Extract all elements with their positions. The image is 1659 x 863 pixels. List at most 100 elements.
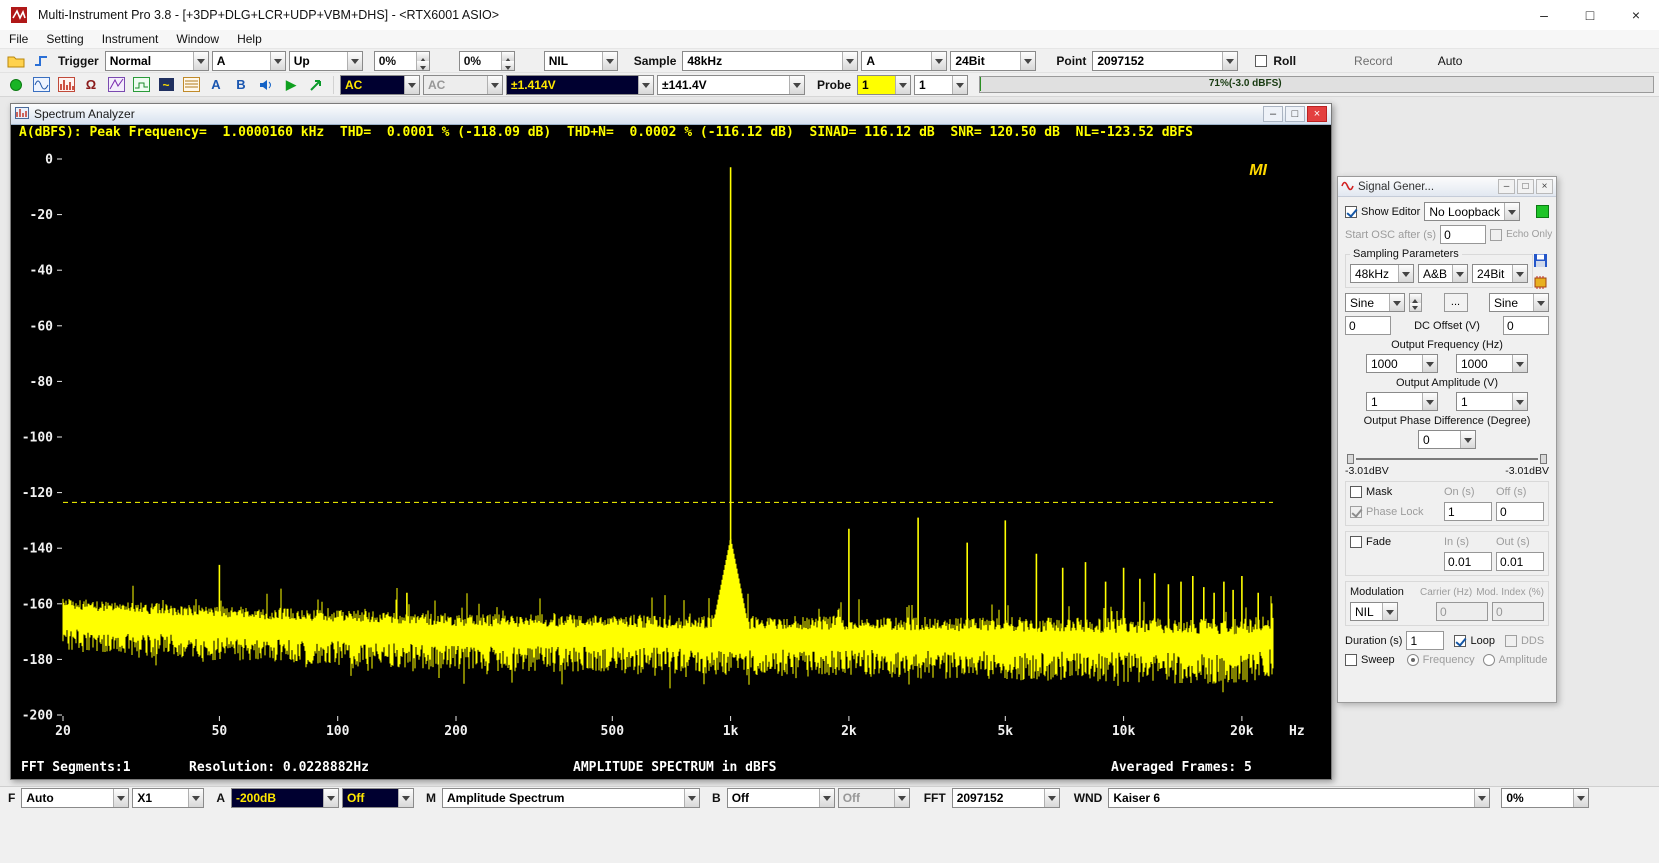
trigger-level-spinner[interactable]: 0% — [374, 51, 430, 71]
display-mode-combo[interactable]: Amplitude Spectrum — [442, 788, 700, 808]
trigger-edge-icon[interactable] — [30, 51, 52, 71]
duration-input[interactable] — [1406, 631, 1444, 650]
coupling-a-combo[interactable]: AC — [340, 75, 420, 95]
siggen-rate-combo[interactable]: 48kHz — [1350, 264, 1414, 283]
sweep-checkbox[interactable] — [1345, 654, 1357, 666]
spin-up-icon[interactable] — [502, 52, 514, 61]
spectrum-analyzer-titlebar[interactable]: Spectrum Analyzer – □ × — [11, 104, 1331, 125]
sweep-amplitude-radio[interactable] — [1483, 654, 1495, 666]
echo-only-checkbox[interactable] — [1490, 229, 1502, 241]
mask-on-input[interactable] — [1444, 502, 1492, 521]
carrier-input[interactable] — [1436, 602, 1488, 621]
phase-lock-checkbox[interactable] — [1350, 506, 1362, 518]
start-osc-input[interactable] — [1440, 225, 1486, 244]
font-b-icon[interactable]: B — [230, 75, 252, 95]
probe-a-combo[interactable]: 1 — [857, 75, 911, 95]
amplitude-a-combo[interactable]: 1 — [1366, 392, 1438, 411]
auto-button[interactable]: Auto — [1426, 51, 1475, 71]
siggen-minimize-button[interactable]: – — [1498, 179, 1515, 194]
data-logger-icon[interactable] — [130, 75, 152, 95]
signal-generator-titlebar[interactable]: Signal Gener... – □ × — [1338, 177, 1556, 197]
trigger-source-combo[interactable]: A — [212, 51, 286, 71]
output-level-slider[interactable] — [1347, 453, 1547, 465]
probe-b-combo[interactable]: 1 — [914, 75, 968, 95]
save-icon[interactable] — [1532, 252, 1549, 269]
spectrum-minimize-button[interactable]: – — [1263, 106, 1283, 122]
modulation-type-combo[interactable]: NIL — [1350, 602, 1398, 621]
titlebar[interactable]: Multi-Instrument Pro 3.8 - [+3DP+DLG+LCR… — [0, 0, 1659, 30]
zoom-combo[interactable]: X1 — [132, 788, 204, 808]
menu-setting[interactable]: Setting — [37, 32, 92, 46]
a-range-combo[interactable]: -200dB — [231, 788, 339, 808]
menu-instrument[interactable]: Instrument — [93, 32, 168, 46]
mod-index-input[interactable] — [1492, 602, 1544, 621]
spin-down-icon[interactable] — [417, 61, 429, 70]
trigger-delay-spinner[interactable]: 0% — [459, 51, 515, 71]
play-icon[interactable]: ▶ — [280, 75, 302, 95]
close-button[interactable]: × — [1613, 0, 1659, 30]
spectrum-close-button[interactable]: × — [1307, 106, 1327, 122]
spin-up-icon[interactable] — [1410, 294, 1421, 303]
mask-off-input[interactable] — [1496, 502, 1544, 521]
wave-b-combo[interactable]: Sine — [1489, 293, 1549, 312]
range-a-combo[interactable]: ±1.414V — [506, 75, 654, 95]
frequency-a-combo[interactable]: 1000 — [1366, 354, 1438, 373]
menu-help[interactable]: Help — [228, 32, 271, 46]
fade-checkbox[interactable] — [1350, 536, 1362, 548]
range-b-combo[interactable]: ±141.4V — [657, 75, 805, 95]
overlap-combo[interactable]: 0% — [1501, 788, 1589, 808]
spin-down-icon[interactable] — [502, 61, 514, 70]
spectrum-plot[interactable]: 0-20-40-60-80-100-120-140-160-180-200205… — [11, 147, 1331, 759]
show-editor-checkbox[interactable] — [1345, 206, 1357, 218]
dc-offset-a-input[interactable] — [1345, 316, 1391, 335]
spin-up-icon[interactable] — [417, 52, 429, 61]
wave-a-combo[interactable]: Sine — [1345, 293, 1405, 312]
spinner-buttons[interactable] — [501, 52, 514, 70]
sampling-rate-combo[interactable]: 48kHz — [682, 51, 858, 71]
wave-editor-button[interactable]: ... — [1444, 293, 1468, 312]
fade-in-input[interactable] — [1444, 552, 1492, 571]
memory-icon[interactable] — [1532, 274, 1549, 291]
open-file-icon[interactable] — [5, 51, 27, 71]
phase-combo[interactable]: 0 — [1418, 430, 1476, 449]
slider-thumb-right[interactable] — [1540, 454, 1547, 464]
font-a-icon[interactable]: A — [205, 75, 227, 95]
window-function-combo[interactable]: Kaiser 6 — [1108, 788, 1490, 808]
fade-out-input[interactable] — [1496, 552, 1544, 571]
speaker-icon[interactable] — [255, 75, 277, 95]
device-test-plan-icon[interactable] — [180, 75, 202, 95]
siggen-maximize-button[interactable]: □ — [1517, 179, 1534, 194]
spin-down-icon[interactable] — [1410, 303, 1421, 312]
sampling-channel-combo[interactable]: A — [861, 51, 947, 71]
record-button[interactable]: Record — [1342, 51, 1405, 71]
record-length-combo[interactable]: 2097152 — [1092, 51, 1238, 71]
dds-checkbox[interactable] — [1505, 635, 1517, 647]
loopback-combo[interactable]: No Loopback — [1424, 202, 1520, 221]
menu-file[interactable]: File — [0, 32, 37, 46]
oscilloscope-icon[interactable] — [30, 75, 52, 95]
loopback-arrow-icon[interactable] — [305, 75, 327, 95]
sweep-frequency-radio[interactable] — [1407, 654, 1419, 666]
loop-checkbox[interactable] — [1454, 635, 1466, 647]
sampling-bits-combo[interactable]: 24Bit — [950, 51, 1036, 71]
wave-spinner[interactable] — [1409, 293, 1422, 312]
amplitude-b-combo[interactable]: 1 — [1456, 392, 1528, 411]
signal-generator-icon[interactable]: ~ — [155, 75, 177, 95]
trigger-rejection-combo[interactable]: NIL — [544, 51, 618, 71]
b-range-combo[interactable]: Off — [727, 788, 835, 808]
coupling-b-combo[interactable]: AC — [423, 75, 503, 95]
minimize-button[interactable]: – — [1521, 0, 1567, 30]
spectrum-3d-icon[interactable] — [105, 75, 127, 95]
run-icon[interactable] — [5, 75, 27, 95]
siggen-close-button[interactable]: × — [1536, 179, 1553, 194]
trigger-edge-combo[interactable]: Up — [289, 51, 363, 71]
siggen-channels-combo[interactable]: A&B — [1418, 264, 1468, 283]
spectrum-restore-button[interactable]: □ — [1285, 106, 1305, 122]
slider-thumb-left[interactable] — [1347, 454, 1354, 464]
fft-size-combo[interactable]: 2097152 — [952, 788, 1060, 808]
roll-checkbox[interactable] — [1255, 55, 1267, 67]
mask-checkbox[interactable] — [1350, 486, 1362, 498]
frequency-b-combo[interactable]: 1000 — [1456, 354, 1528, 373]
a-ref-combo[interactable]: Off — [342, 788, 414, 808]
spectrum-analyzer-icon[interactable] — [55, 75, 77, 95]
